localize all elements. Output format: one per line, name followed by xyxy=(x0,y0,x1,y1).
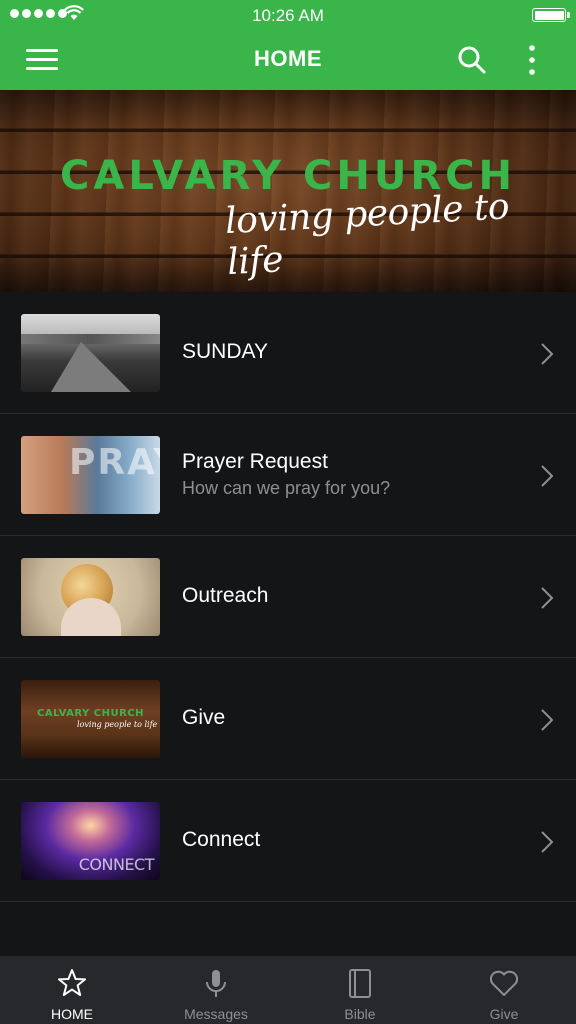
book-icon xyxy=(349,969,371,998)
church-banner: CALVARY CHURCH loving people to life xyxy=(0,90,576,292)
globe-thumbnail xyxy=(21,558,160,636)
more-vertical-icon[interactable] xyxy=(522,44,542,76)
star-icon xyxy=(58,969,86,996)
list-item-prayer-request[interactable]: PRAY Prayer Request How can we pray for … xyxy=(0,414,576,536)
tab-messages[interactable]: Messages xyxy=(144,956,288,1024)
list-item-title: Outreach xyxy=(182,584,269,607)
tab-label: Give xyxy=(489,1006,519,1022)
thumbnail-tagline: loving people to life xyxy=(77,720,158,729)
tab-bar: HOME Messages Bible Give xyxy=(0,956,576,1024)
tab-bible[interactable]: Bible xyxy=(288,956,432,1024)
list-item-title: SUNDAY xyxy=(182,340,268,363)
thumbnail-text: PRAY xyxy=(69,442,160,483)
list-item-connect[interactable]: CONNECT Connect xyxy=(0,780,576,902)
give-thumbnail: CALVARY CHURCH loving people to life xyxy=(21,680,160,758)
list-item-title: Connect xyxy=(182,828,261,851)
search-icon[interactable] xyxy=(456,44,488,76)
chevron-right-icon xyxy=(541,709,554,731)
list-item-give[interactable]: CALVARY CHURCH loving people to life Giv… xyxy=(0,658,576,780)
heart-icon xyxy=(489,970,519,996)
list-item-outreach[interactable]: Outreach xyxy=(0,536,576,658)
chevron-right-icon xyxy=(541,465,554,487)
prayer-thumbnail: PRAY xyxy=(21,436,160,514)
connect-thumbnail: CONNECT xyxy=(21,802,160,880)
thumbnail-title: CALVARY CHURCH xyxy=(37,708,144,719)
chevron-right-icon xyxy=(541,343,554,365)
menu-list: SUNDAY PRAY Prayer Request How can we pr… xyxy=(0,292,576,902)
nav-bar: HOME xyxy=(0,30,576,90)
tab-home[interactable]: HOME xyxy=(0,956,144,1024)
status-time: 10:26 AM xyxy=(252,6,324,25)
tab-label: Messages xyxy=(184,1006,248,1022)
thumbnail-text: CONNECT xyxy=(78,855,155,874)
chevron-right-icon xyxy=(541,831,554,853)
tab-label: Bible xyxy=(344,1006,376,1022)
page-title: HOME xyxy=(254,46,322,71)
tab-give[interactable]: Give xyxy=(432,956,576,1024)
battery-icon xyxy=(532,8,570,22)
road-thumbnail xyxy=(21,314,160,392)
list-item-sunday[interactable]: SUNDAY xyxy=(0,292,576,414)
tab-label: HOME xyxy=(51,1006,93,1022)
list-item-subtitle: How can we pray for you? xyxy=(182,478,391,498)
status-bar: 10:26 AM xyxy=(0,0,576,30)
list-item-title: Give xyxy=(182,706,226,729)
list-item-title: Prayer Request xyxy=(182,450,328,473)
chevron-right-icon xyxy=(541,587,554,609)
microphone-icon xyxy=(206,970,226,997)
